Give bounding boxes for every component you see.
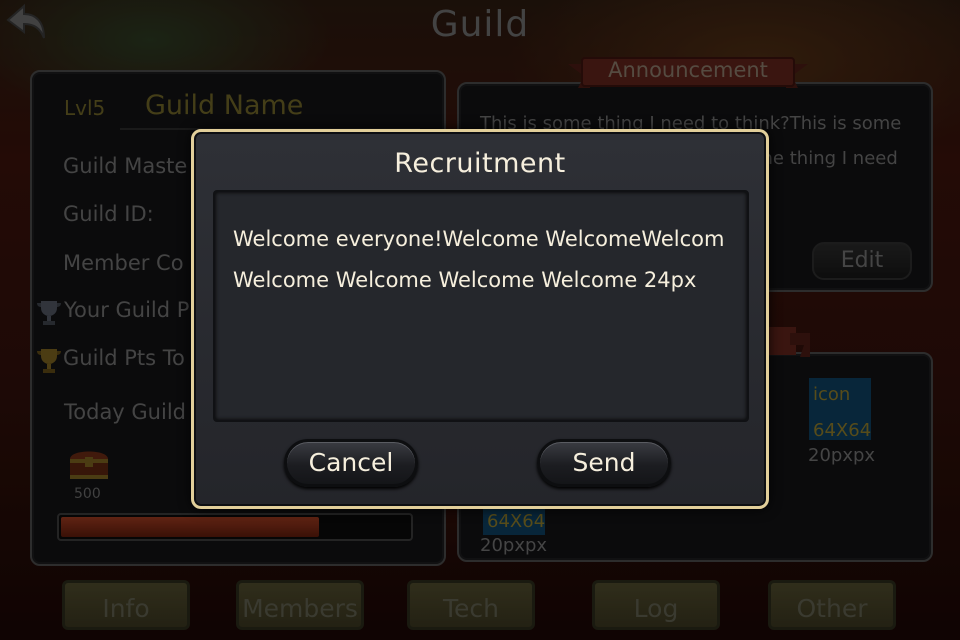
dialog-title: Recruitment (394, 148, 566, 179)
message-line: Welcome everyone!Welcome WelcomeWelcom (233, 227, 725, 251)
recruitment-dialog: Recruitment Welcome everyone!Welcome Wel… (191, 129, 769, 509)
recruitment-message-box[interactable]: Welcome everyone!Welcome WelcomeWelcom W… (213, 190, 749, 422)
cancel-button[interactable]: Cancel (284, 439, 418, 487)
message-line: Welcome Welcome Welcome Welcome 24px (233, 268, 697, 292)
send-button[interactable]: Send (537, 439, 671, 487)
